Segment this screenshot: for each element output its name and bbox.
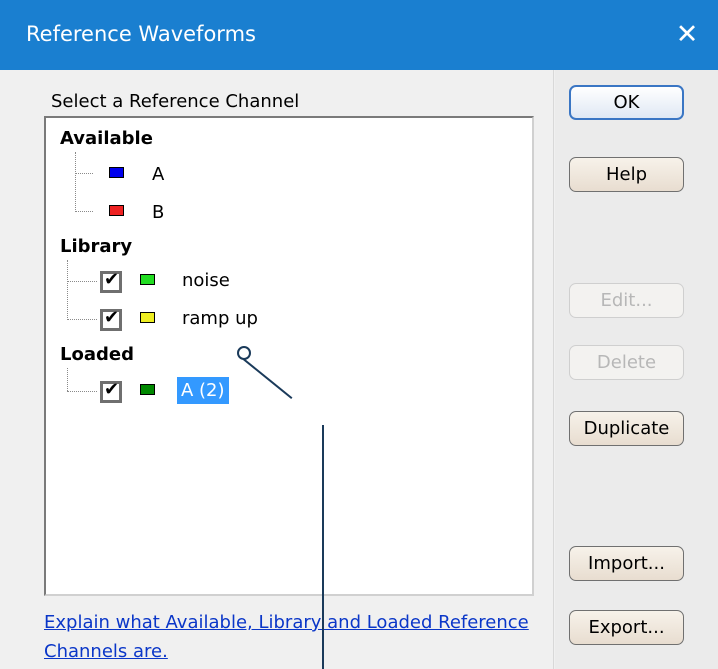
- export-button[interactable]: Export...: [569, 610, 684, 645]
- help-explanation-link[interactable]: Explain what Available, Library and Load…: [44, 608, 534, 666]
- tree-connector: [67, 319, 97, 320]
- tree-connector: [75, 173, 93, 174]
- color-swatch-icon: [109, 205, 124, 216]
- checkmark-icon: ✔: [104, 379, 120, 400]
- tree-connector: [67, 368, 68, 391]
- tree-item-b[interactable]: B: [152, 202, 164, 223]
- close-icon: ✕: [675, 19, 699, 50]
- title-bar: Reference Waveforms ✕: [0, 0, 718, 70]
- tree-connector: [75, 211, 93, 212]
- callout-line: [322, 425, 324, 669]
- tree-group-loaded[interactable]: Loaded: [60, 344, 134, 365]
- checkmark-icon: ✔: [104, 307, 120, 328]
- checkbox-noise[interactable]: ✔: [100, 269, 122, 293]
- color-swatch-icon: [140, 384, 155, 395]
- edit-button[interactable]: Edit...: [569, 283, 684, 318]
- help-button[interactable]: Help: [569, 157, 684, 192]
- tree-item-a[interactable]: A: [152, 164, 164, 185]
- checkbox-a-2[interactable]: ✔: [100, 379, 122, 403]
- checkbox-ramp-up[interactable]: ✔: [100, 307, 122, 331]
- import-button[interactable]: Import...: [569, 546, 684, 581]
- tree-item-noise[interactable]: noise: [182, 270, 230, 291]
- close-button[interactable]: ✕: [656, 0, 718, 70]
- duplicate-button[interactable]: Duplicate: [569, 411, 684, 446]
- color-swatch-icon: [109, 167, 124, 178]
- tree-item-a-2[interactable]: A (2): [177, 377, 229, 404]
- tree-connector: [67, 281, 97, 282]
- checkmark-icon: ✔: [104, 269, 120, 290]
- reference-channel-label: Select a Reference Channel: [51, 91, 300, 112]
- tree-item-ramp-up[interactable]: ramp up: [182, 308, 258, 329]
- tree-group-library[interactable]: Library: [60, 236, 132, 257]
- tree-connector: [67, 391, 97, 392]
- tree-connector: [75, 152, 76, 212]
- dialog-client-area: Select a Reference Channel Available A B…: [0, 70, 718, 669]
- tree-group-available[interactable]: Available: [60, 128, 153, 149]
- tree-connector: [67, 260, 68, 320]
- reference-channel-tree[interactable]: Available A B Library ✔ noise ✔ ramp up …: [44, 116, 534, 596]
- color-swatch-icon: [140, 274, 155, 285]
- delete-button[interactable]: Delete: [569, 345, 684, 380]
- ok-button[interactable]: OK: [569, 85, 684, 120]
- window-title: Reference Waveforms: [26, 22, 256, 46]
- color-swatch-icon: [140, 312, 155, 323]
